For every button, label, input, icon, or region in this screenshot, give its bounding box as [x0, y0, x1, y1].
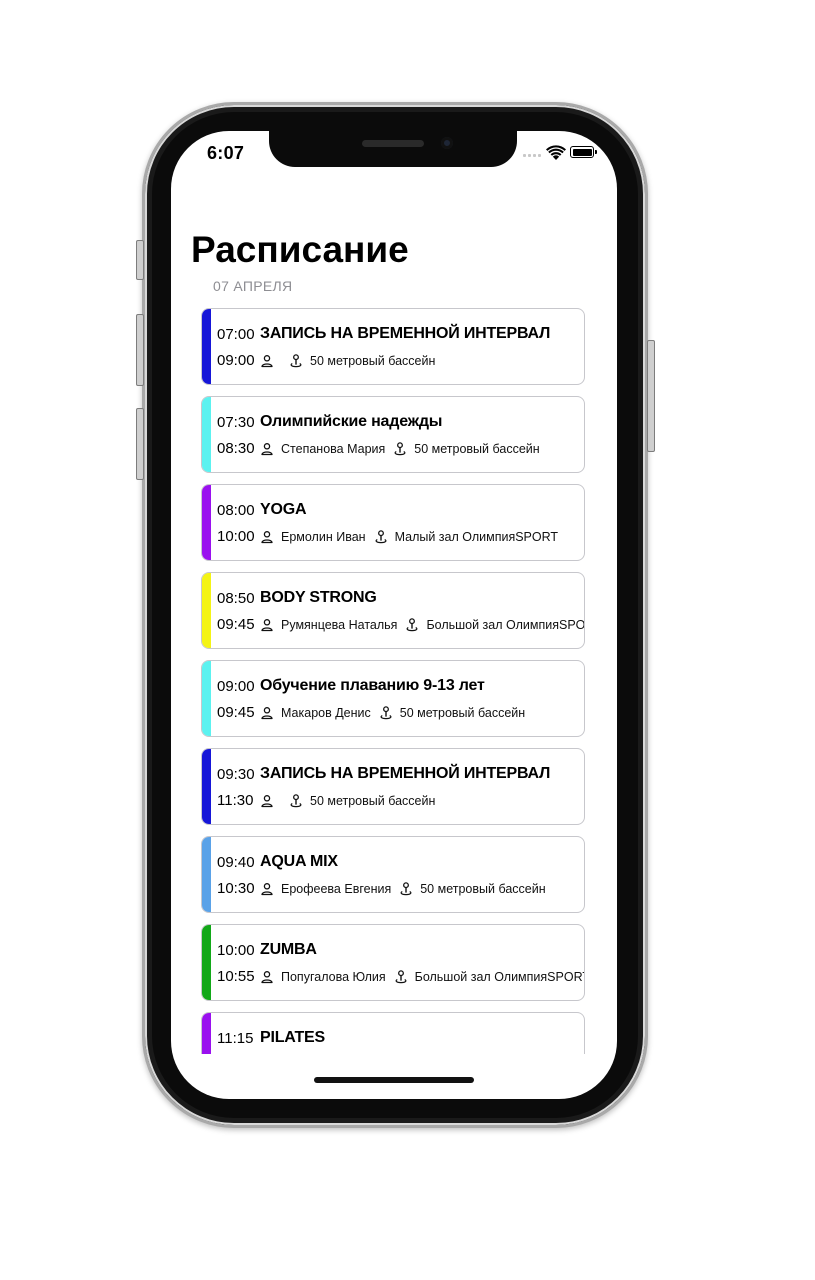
- location-name: 50 метровый бассейн: [420, 882, 546, 896]
- schedule-list[interactable]: 07:00 09:00 ЗАПИСЬ НА ВРЕМЕННОЙ ИНТЕРВАЛ 50…: [201, 308, 585, 1054]
- schedule-card[interactable]: 07:00 09:00 ЗАПИСЬ НА ВРЕМЕННОЙ ИНТЕРВАЛ 50…: [201, 308, 585, 385]
- class-title: ЗАПИСЬ НА ВРЕМЕННОЙ ИНТЕРВАЛ: [260, 325, 551, 342]
- location-name: Большой зал ОлимпияSPORT: [426, 618, 585, 632]
- person-icon: [260, 970, 274, 984]
- cellular-signal-icon: [523, 154, 543, 158]
- volume-down-button: [136, 408, 144, 480]
- class-meta: 50 метровый бассейн: [260, 354, 435, 368]
- category-color-stripe: [202, 397, 211, 472]
- location-pin-icon: [374, 530, 388, 544]
- schedule-card[interactable]: 07:30 08:30 Олимпийские надежды Степанова М…: [201, 396, 585, 473]
- end-time: 11:30: [217, 792, 254, 809]
- schedule-card[interactable]: 09:40 10:30 AQUA MIX Ерофеева Евгения 50 мет…: [201, 836, 585, 913]
- trainer-name: Степанова Мария: [281, 442, 386, 456]
- class-title: Обучение плаванию 9-13 лет: [260, 677, 485, 694]
- speaker-grille: [362, 140, 424, 147]
- person-icon: [260, 618, 274, 632]
- location-name: 50 метровый бассейн: [399, 706, 526, 720]
- end-time: 09:45: [217, 616, 255, 633]
- location-pin-icon: [289, 354, 303, 368]
- status-time: 6:07: [207, 143, 245, 163]
- notch: [269, 131, 517, 167]
- trainer-name: Попугалова Юлия: [281, 970, 386, 984]
- start-time: 09:00: [217, 678, 255, 695]
- app-screen: 6:07 Расписание 07 АПРЕЛЯ 07:00 09:00 ЗАПИ…: [171, 131, 617, 1099]
- class-title: PILATES: [260, 1029, 325, 1046]
- end-time: 09:00: [217, 352, 255, 369]
- person-icon: [260, 530, 274, 544]
- location-pin-icon: [289, 794, 303, 808]
- page-title: Расписание: [191, 229, 409, 270]
- date-label: 07 АПРЕЛЯ: [213, 278, 293, 294]
- class-meta: Попугалова Юлия Большой зал ОлимпияSPORT: [260, 970, 585, 984]
- person-icon: [260, 794, 274, 808]
- start-time: 10:00: [217, 942, 255, 959]
- location-name: 50 метровый бассейн: [310, 354, 436, 368]
- location-name: Малый зал ОлимпияSPORT: [394, 530, 559, 544]
- category-color-stripe: [202, 925, 211, 1000]
- trainer-name: Ермолин Иван: [281, 530, 366, 544]
- category-color-stripe: [202, 837, 211, 912]
- person-icon: [260, 882, 274, 896]
- volume-up-button: [136, 314, 144, 386]
- schedule-card[interactable]: 09:00 09:45 Обучение плаванию 9-13 лет Мака…: [201, 660, 585, 737]
- schedule-card[interactable]: 09:30 11:30 ЗАПИСЬ НА ВРЕМЕННОЙ ИНТЕРВАЛ 50…: [201, 748, 585, 825]
- schedule-card[interactable]: 10:00 10:55 ZUMBA Попугалова Юлия Большой за…: [201, 924, 585, 1001]
- location-name: Большой зал ОлимпияSPORT: [414, 970, 585, 984]
- class-title: Олимпийские надежды: [260, 413, 443, 430]
- battery-icon: [570, 146, 597, 158]
- trainer-name: Макаров Денис: [281, 706, 371, 720]
- category-color-stripe: [202, 573, 211, 648]
- start-time: 07:30: [217, 414, 255, 431]
- category-color-stripe: [202, 309, 211, 384]
- category-color-stripe: [202, 661, 211, 736]
- location-pin-icon: [399, 882, 413, 896]
- trainer-name: Румянцева Наталья: [281, 618, 398, 632]
- location-pin-icon: [394, 970, 408, 984]
- end-time: 08:30: [217, 440, 255, 457]
- class-title: YOGA: [260, 501, 307, 518]
- class-title: ZUMBA: [260, 941, 317, 958]
- category-color-stripe: [202, 1013, 211, 1054]
- end-time: 10:00: [217, 528, 255, 545]
- class-meta: Ермолин Иван Малый зал ОлимпияSPORT: [260, 530, 558, 544]
- start-time: 08:50: [217, 590, 255, 607]
- schedule-card[interactable]: 08:00 10:00 YOGA Ермолин Иван Малый зал Олим…: [201, 484, 585, 561]
- wifi-icon: [546, 145, 566, 160]
- end-time: 10:55: [217, 968, 255, 985]
- person-icon: [260, 442, 274, 456]
- start-time: 09:30: [217, 766, 255, 783]
- location-pin-icon: [393, 442, 407, 456]
- class-title: AQUA MIX: [260, 853, 338, 870]
- person-icon: [260, 706, 274, 720]
- silent-switch: [136, 240, 144, 280]
- category-color-stripe: [202, 485, 211, 560]
- class-meta: Макаров Денис 50 метровый бассейн: [260, 706, 525, 720]
- location-pin-icon: [379, 706, 393, 720]
- class-meta: Ерофеева Евгения 50 метровый бассейн: [260, 882, 546, 896]
- class-meta: 50 метровый бассейн: [260, 794, 435, 808]
- class-meta: Степанова Мария 50 метровый бассейн: [260, 442, 540, 456]
- start-time: 11:15: [217, 1030, 254, 1047]
- trainer-name: Ерофеева Евгения: [281, 882, 392, 896]
- class-title: BODY STRONG: [260, 589, 377, 606]
- start-time: 08:00: [217, 502, 255, 519]
- start-time: 07:00: [217, 326, 255, 343]
- end-time: 10:30: [217, 880, 255, 897]
- home-indicator[interactable]: [314, 1077, 474, 1083]
- power-button: [647, 340, 655, 452]
- class-title: ЗАПИСЬ НА ВРЕМЕННОЙ ИНТЕРВАЛ: [260, 765, 551, 782]
- location-name: 50 метровый бассейн: [310, 794, 436, 808]
- class-meta: Румянцева Наталья Большой зал ОлимпияSPOR…: [260, 618, 585, 632]
- location-name: 50 метровый бассейн: [414, 442, 540, 456]
- schedule-card[interactable]: 08:50 09:45 BODY STRONG Румянцева Наталья Бо…: [201, 572, 585, 649]
- location-pin-icon: [405, 618, 419, 632]
- end-time: 09:45: [217, 704, 255, 721]
- start-time: 09:40: [217, 854, 255, 871]
- person-icon: [260, 354, 274, 368]
- category-color-stripe: [202, 749, 211, 824]
- front-camera: [441, 137, 453, 149]
- schedule-card[interactable]: 11:1512:10PILATESРумянцева НатальяБольшо…: [201, 1012, 585, 1054]
